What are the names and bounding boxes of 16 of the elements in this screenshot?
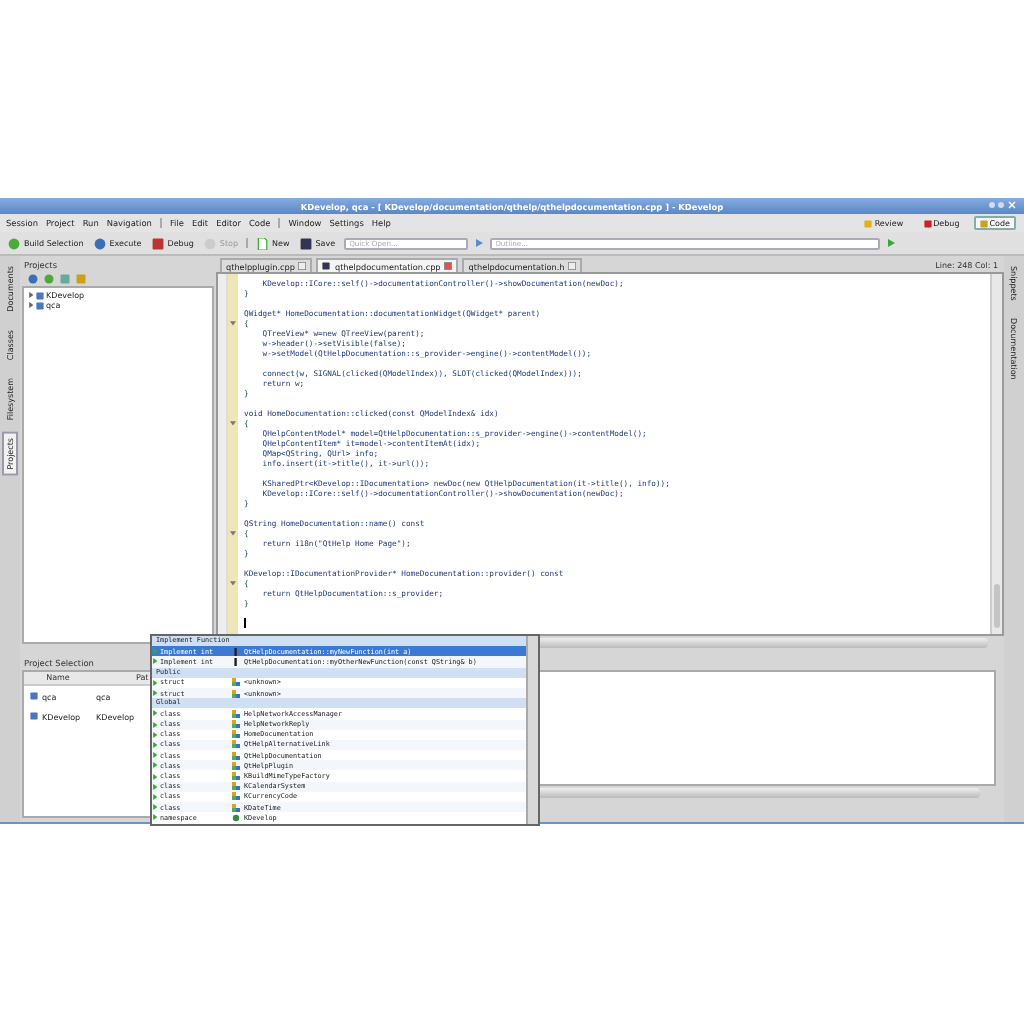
scrollbar[interactable] bbox=[526, 636, 538, 824]
arrow-icon bbox=[473, 238, 484, 248]
fold-marker-icon[interactable] bbox=[230, 420, 236, 426]
expand-arrow-icon[interactable] bbox=[28, 292, 34, 298]
close-icon[interactable] bbox=[298, 262, 307, 270]
expand-arrow-icon[interactable] bbox=[28, 302, 34, 308]
text-cursor bbox=[244, 618, 246, 628]
fold-marker-icon[interactable] bbox=[230, 320, 236, 326]
namespace-icon bbox=[232, 813, 240, 822]
window-controls-icon[interactable] bbox=[988, 200, 1016, 210]
scrollbar[interactable] bbox=[990, 274, 1002, 634]
fold-marker-icon[interactable] bbox=[230, 580, 236, 586]
close-icon[interactable] bbox=[568, 262, 577, 270]
close-icon[interactable] bbox=[444, 262, 453, 270]
new-document-icon bbox=[256, 237, 268, 249]
fold-marker-icon[interactable] bbox=[230, 530, 236, 536]
